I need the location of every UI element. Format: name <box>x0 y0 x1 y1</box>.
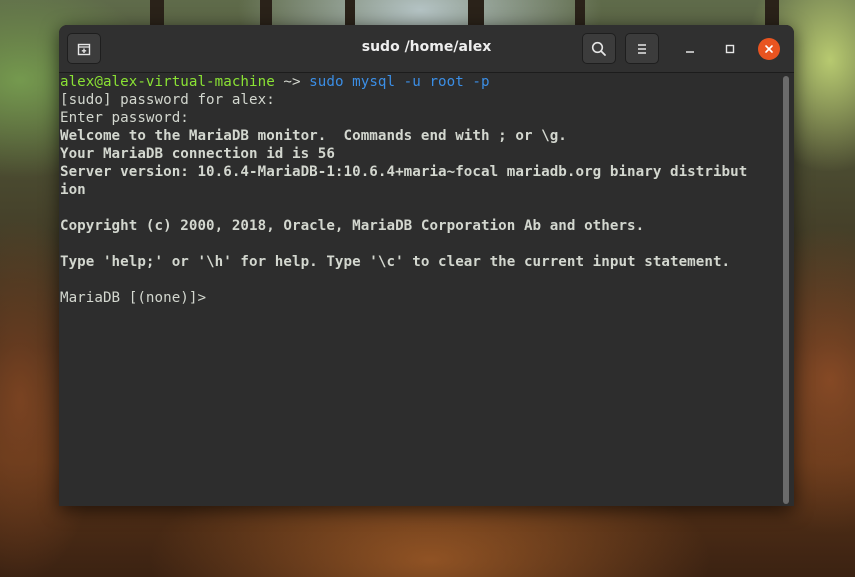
search-icon <box>591 41 607 57</box>
output-line: [sudo] password for alex: <box>60 92 275 108</box>
minimize-icon <box>685 44 695 54</box>
minimize-button[interactable] <box>679 38 701 60</box>
prompt-command: sudo mysql -u root -p <box>309 74 490 90</box>
terminal-output[interactable]: alex@alex-virtual-machine ~> sudo mysql … <box>59 73 779 506</box>
maximize-button[interactable] <box>719 38 741 60</box>
output-line: Type 'help;' or '\h' for help. Type '\c'… <box>60 254 731 270</box>
search-button[interactable] <box>582 33 616 64</box>
output-line: Welcome to the MariaDB monitor. Commands… <box>60 128 567 144</box>
terminal-window: sudo /home/alex alex@alex-virtual-machin… <box>59 25 794 506</box>
prompt-path: ~> <box>274 74 310 90</box>
output-line: Your MariaDB connection id is 56 <box>60 146 335 162</box>
output-line: Enter password: <box>60 110 189 126</box>
menu-button[interactable] <box>625 33 659 64</box>
scrollbar[interactable] <box>783 76 789 504</box>
prompt-user: alex@alex-virtual-machine <box>60 74 275 90</box>
close-button[interactable] <box>758 38 780 60</box>
output-line: Server version: 10.6.4-MariaDB-1:10.6.4+… <box>60 164 748 180</box>
hamburger-menu-icon <box>635 43 649 55</box>
prompt-line: alex@alex-virtual-machine ~> sudo mysql … <box>60 73 779 91</box>
output-line: Copyright (c) 2000, 2018, Oracle, MariaD… <box>60 218 645 234</box>
output-line: ion <box>60 182 86 198</box>
mariadb-prompt[interactable]: MariaDB [(none)]> <box>60 289 779 307</box>
close-icon <box>764 44 774 54</box>
title-bar: sudo /home/alex <box>59 25 794 73</box>
maximize-icon <box>725 44 735 54</box>
